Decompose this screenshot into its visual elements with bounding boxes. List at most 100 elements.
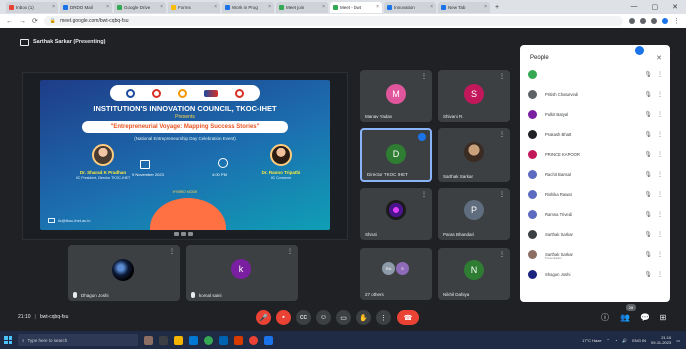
minimize-button[interactable]: —: [631, 3, 638, 11]
browser-tab[interactable]: Meet - bwt ×: [330, 1, 382, 13]
tab-close-icon[interactable]: ×: [52, 4, 55, 10]
mic-off-button[interactable]: 🎤: [256, 310, 271, 325]
tab-close-icon[interactable]: ×: [376, 4, 379, 10]
more-options-icon[interactable]: ⋮: [657, 231, 663, 238]
reload-button[interactable]: ⟳: [32, 17, 38, 25]
more-options-icon[interactable]: ⋮: [657, 191, 663, 198]
people-list-item[interactable]: Sarthak Sarkar Presentation 🎙 ⋮: [528, 247, 666, 261]
puzzle-icon[interactable]: [651, 18, 657, 24]
more-options-icon[interactable]: ⋮: [657, 271, 663, 278]
participant-tile[interactable]: ⋮ Shruti: [360, 188, 432, 240]
participant-tile[interactable]: ⋮ S Shivani R.: [438, 70, 510, 122]
browser-tab[interactable]: Meet join ×: [276, 1, 328, 13]
tab-close-icon[interactable]: ×: [160, 4, 163, 10]
activities-icon[interactable]: ⊞: [658, 312, 668, 322]
url-field[interactable]: 🔒 meet.google.com/bwt-cqbq-fsu: [43, 16, 623, 26]
tile-more-icon[interactable]: ⋮: [499, 191, 505, 198]
tile-more-icon[interactable]: ⋮: [169, 248, 175, 255]
others-tile[interactable]: RA S 27 others: [360, 248, 432, 300]
taskbar-clock[interactable]: 21:10 09-11-2023: [651, 335, 671, 345]
people-list-item[interactable]: Rachit Bansal 🎙 ⋮: [528, 167, 666, 181]
windows-start-icon[interactable]: [4, 336, 12, 344]
profile-avatar[interactable]: [662, 18, 668, 24]
more-options-icon[interactable]: ⋮: [657, 71, 663, 78]
chat-icon[interactable]: 💬: [640, 312, 650, 322]
tile-more-icon[interactable]: ⋮: [421, 191, 427, 198]
kebab-menu-icon[interactable]: ⋮: [673, 17, 680, 25]
people-list-item[interactable]: 🎙 ⋮: [528, 67, 666, 81]
tab-close-icon[interactable]: ×: [322, 4, 325, 10]
chrome-icon[interactable]: [204, 335, 213, 345]
browser-tab[interactable]: Forms ×: [168, 1, 220, 13]
wifi-icon[interactable]: ◔: [615, 338, 617, 343]
more-options-button[interactable]: ⋮: [376, 310, 391, 325]
tile-more-icon[interactable]: ⋮: [287, 248, 293, 255]
tile-more-icon[interactable]: ⋮: [421, 73, 427, 80]
browser-tab[interactable]: DRDO Mail ×: [60, 1, 112, 13]
browser-tab[interactable]: Work in Prog ×: [222, 1, 274, 13]
office-icon[interactable]: [234, 335, 243, 345]
participant-tile[interactable]: ⋮ N Nikhil Dahiya: [438, 248, 510, 300]
people-list-item[interactable]: Rishika Rawat 🎙 ⋮: [528, 187, 666, 201]
participant-tile[interactable]: ⋮ M Manav Yadav: [360, 70, 432, 122]
people-list-item[interactable]: Pritish Chaturvedi 🎙 ⋮: [528, 87, 666, 101]
chevron-up-icon[interactable]: ⌃: [607, 338, 610, 343]
new-tab-button[interactable]: +: [495, 4, 499, 11]
people-list-item[interactable]: PRINCE KAPOOR 🎙 ⋮: [528, 147, 666, 161]
file-explorer-icon[interactable]: [174, 335, 183, 345]
participant-tile[interactable]: ⋮ P Paras Bhandari: [438, 188, 510, 240]
edge-icon[interactable]: [219, 335, 228, 345]
people-list-item[interactable]: Sarthak Sarkar 🎙 ⋮: [528, 227, 666, 241]
app-icon[interactable]: [249, 335, 258, 345]
people-list-item[interactable]: Ramna Trivedi 🎙 ⋮: [528, 207, 666, 221]
people-list-item[interactable]: Prakash Bhatt 🎙 ⋮: [528, 127, 666, 141]
more-options-icon[interactable]: ⋮: [657, 171, 663, 178]
taskbar-search[interactable]: ⌕ Type here to search: [18, 334, 138, 346]
participant-tile[interactable]: ⋮ Sarthak Sarkar: [438, 128, 510, 182]
people-list-item[interactable]: Pulkit Batyal 🎙 ⋮: [528, 107, 666, 121]
app-icon[interactable]: [264, 335, 273, 345]
tab-close-icon[interactable]: ×: [430, 4, 433, 10]
weather-thumbnail-icon[interactable]: [144, 335, 153, 345]
browser-tab[interactable]: Innovation ×: [384, 1, 436, 13]
info-icon[interactable]: ⓘ: [600, 312, 610, 322]
store-icon[interactable]: [189, 335, 198, 345]
emoji-button[interactable]: ☺: [316, 310, 331, 325]
more-options-icon[interactable]: ⋮: [657, 131, 663, 138]
tile-more-icon[interactable]: ⋮: [499, 251, 505, 258]
camera-off-button[interactable]: ▪: [276, 310, 291, 325]
participant-tile[interactable]: ⋮ Dhagun Joshi: [68, 245, 180, 301]
tab-close-icon[interactable]: ×: [484, 4, 487, 10]
people-list-item[interactable]: Shagun Joshi 🎙 ⋮: [528, 267, 666, 281]
bookmark-icon[interactable]: [640, 18, 646, 24]
people-icon[interactable]: 👥: [620, 312, 630, 322]
participant-tile[interactable]: ⋮ k komal saini: [186, 245, 298, 301]
more-options-icon[interactable]: ⋮: [657, 211, 663, 218]
task-view-icon[interactable]: [159, 335, 168, 345]
volume-icon[interactable]: 🔊: [622, 338, 627, 343]
tab-close-icon[interactable]: ×: [214, 4, 217, 10]
end-call-button[interactable]: ☎: [397, 310, 419, 325]
back-button[interactable]: ←: [6, 18, 13, 25]
more-options-icon[interactable]: ⋮: [657, 91, 663, 98]
tile-more-icon[interactable]: ⋮: [499, 73, 505, 80]
extension-icon[interactable]: [629, 18, 635, 24]
more-options-icon[interactable]: ⋮: [657, 251, 663, 258]
participant-tile-active-speaker[interactable]: D Director TKOC IHET: [360, 128, 432, 182]
present-button[interactable]: ▭: [336, 310, 351, 325]
close-icon[interactable]: ✕: [656, 54, 662, 62]
forward-button[interactable]: →: [19, 18, 26, 25]
browser-tab[interactable]: Inbox (1) ×: [6, 1, 58, 13]
tab-close-icon[interactable]: ×: [106, 4, 109, 10]
browser-tab[interactable]: Google Drive ×: [114, 1, 166, 13]
tile-more-icon[interactable]: ⋮: [499, 131, 505, 138]
notification-icon[interactable]: ▭: [676, 338, 680, 343]
raise-hand-button[interactable]: ✋: [356, 310, 371, 325]
captions-button[interactable]: cc: [296, 310, 311, 325]
browser-tab[interactable]: New Tab ×: [438, 1, 490, 13]
more-options-icon[interactable]: ⋮: [657, 151, 663, 158]
tab-close-icon[interactable]: ×: [268, 4, 271, 10]
maximize-button[interactable]: ▢: [652, 3, 659, 11]
more-options-icon[interactable]: ⋮: [657, 111, 663, 118]
language-indicator[interactable]: ENG IN: [632, 338, 646, 343]
